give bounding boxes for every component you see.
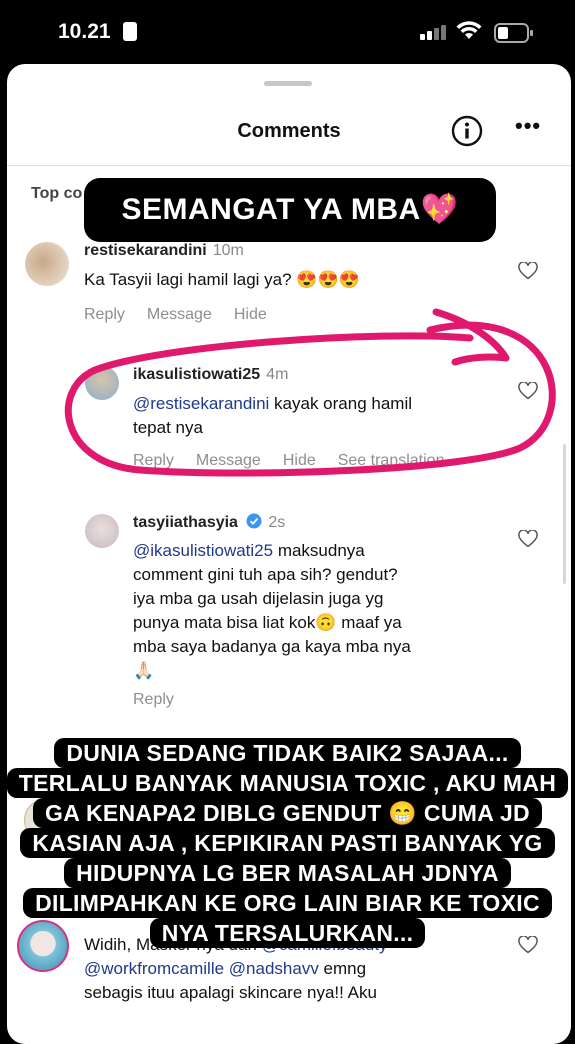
message-button[interactable]: Message: [147, 306, 212, 323]
sticker-line: DUNIA SEDANG TIDAK BAIK2 SAJAA...: [54, 738, 521, 768]
mention-link[interactable]: @workfromcamille: [84, 959, 224, 978]
bottom-text-sticker: DUNIA SEDANG TIDAK BAIK2 SAJAA... TERLAL…: [0, 738, 575, 948]
sticker-line: HIDUPNYA LG BER MASALAH JDNYA: [64, 858, 511, 888]
status-time: 10.21: [58, 20, 111, 43]
comment-text: @ikasulistiowati25 maksudnya comment gin…: [133, 541, 411, 680]
hide-button[interactable]: Hide: [234, 306, 267, 323]
reply-button[interactable]: Reply: [133, 691, 174, 708]
more-options-icon[interactable]: •••: [515, 115, 541, 141]
section-label: Top co: [31, 185, 83, 202]
mention-link[interactable]: @ikasulistiowati25: [133, 541, 273, 560]
reply-button[interactable]: Reply: [133, 452, 174, 469]
like-heart-icon[interactable]: [518, 382, 538, 400]
sticker-line: TERLALU BANYAK MANUSIA TOXIC , AKU MAH: [6, 768, 569, 798]
like-heart-icon[interactable]: [518, 262, 538, 280]
sticker-line: GA KENAPA2 DIBLG GENDUT 😁 CUMA JD: [33, 798, 542, 828]
wifi-icon: [456, 21, 482, 39]
comment-actions: Reply: [133, 691, 196, 709]
scrollbar[interactable]: [563, 444, 566, 584]
comment-username[interactable]: ikasulistiowati25 4m: [133, 366, 288, 384]
avatar[interactable]: [85, 366, 119, 400]
avatar[interactable]: [25, 242, 69, 286]
like-heart-icon[interactable]: [518, 530, 538, 548]
comment-actions: Reply Message Hide: [84, 306, 289, 324]
sticker-line: KASIAN AJA , KEPIKIRAN PASTI BANYAK YG: [20, 828, 555, 858]
comment-text: Ka Tasyii lagi hamil lagi ya? 😍😍😍: [84, 270, 360, 289]
mention-link[interactable]: @restisekarandini: [133, 394, 269, 413]
page-title: Comments: [237, 120, 341, 142]
hide-button[interactable]: Hide: [283, 452, 316, 469]
comment-username[interactable]: tasyiiathasyia 2s: [133, 513, 285, 532]
see-translation-link[interactable]: See translation: [338, 452, 445, 469]
verified-badge-icon: [246, 513, 262, 529]
reply-button[interactable]: Reply: [84, 306, 125, 323]
sticker-line: DILIMPAHKAN KE ORG LAIN BIAR KE TOXIC: [23, 888, 552, 918]
comment-text: @restisekarandini kayak orang hamil tepat…: [133, 394, 413, 437]
message-button[interactable]: Message: [196, 452, 261, 469]
mention-link[interactable]: @nadshavv: [229, 959, 319, 978]
lock-badge-icon: [123, 22, 137, 41]
battery-icon: [494, 23, 533, 43]
comment-username[interactable]: restisekarandini 10m: [84, 242, 244, 260]
comment-actions: Reply Message Hide See translation: [133, 452, 466, 470]
info-icon[interactable]: [451, 115, 483, 147]
top-text-sticker: SEMANGAT YA MBA💖: [84, 178, 496, 242]
status-bar: 10.21: [0, 0, 575, 64]
header-divider: [7, 165, 571, 166]
signal-icon: [420, 25, 446, 40]
drag-handle[interactable]: [264, 81, 312, 86]
avatar[interactable]: [85, 514, 119, 548]
sticker-line: NYA TERSALURKAN...: [149, 918, 426, 948]
